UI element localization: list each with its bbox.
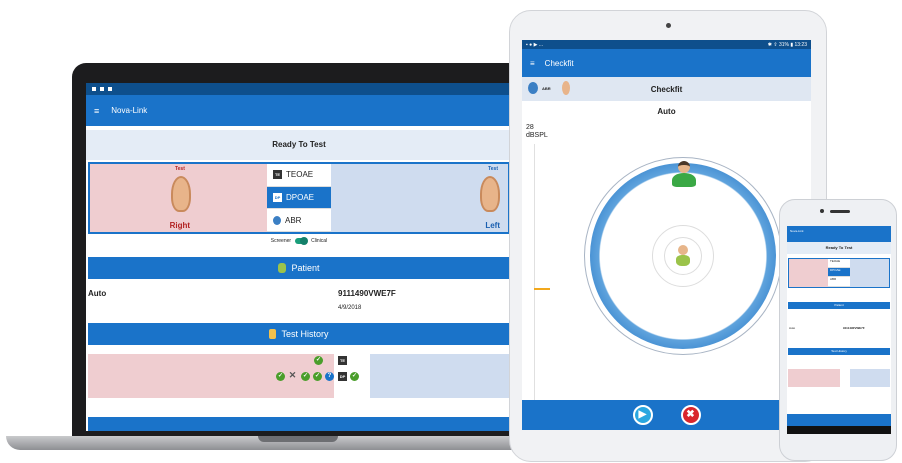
patient-name: Auto	[789, 326, 796, 330]
control-bar: ▶ ✖	[522, 400, 811, 430]
bottom-bar	[88, 417, 510, 431]
test-option-label: DPOAE	[286, 193, 315, 202]
checkfit-header: ABR Checkfit	[522, 77, 811, 101]
app-bar: ≡ Checkfit	[522, 49, 811, 77]
pass-check-icon: ✓	[350, 372, 359, 381]
teoae-badge-icon: TE	[338, 356, 347, 365]
ready-banner: Ready To Test	[787, 242, 891, 254]
app-title: Nova-Link	[111, 106, 148, 115]
status-icons-left: ▪ ● ▶ ...	[526, 41, 543, 48]
baby-icon	[675, 245, 691, 267]
dpoae-badge-icon: DP	[338, 372, 347, 381]
ear-icon	[562, 81, 570, 95]
dpoae-badge-icon: DP	[273, 193, 282, 202]
mode-label: Auto	[657, 107, 676, 116]
left-test-label: Test	[488, 166, 498, 172]
patient-section-bar[interactable]: Patient	[88, 257, 510, 279]
abr-head-icon	[528, 82, 538, 94]
ear-selection-panel: TEOAE DPOAE ABR	[788, 258, 890, 288]
mode-switch-row: Screener Clinical	[86, 237, 512, 245]
test-option-teoae[interactable]: TE TEOAE	[267, 164, 331, 187]
level-value: 28	[526, 124, 534, 131]
status-bar	[86, 83, 512, 95]
laptop-notch	[258, 436, 338, 442]
document-icon	[269, 329, 277, 339]
patient-section-title: Patient	[291, 263, 320, 273]
app-bar: ≡ Nova-Link	[86, 95, 512, 126]
history-test-types: TE DP	[334, 354, 350, 398]
stop-button[interactable]: ✖	[680, 405, 701, 425]
laptop-screen: ≡ Nova-Link Ready To Test Test Right TE …	[86, 83, 512, 431]
left-ear-icon	[480, 176, 500, 212]
clinical-label: Clinical	[311, 238, 328, 244]
abr-label: ABR	[542, 86, 551, 91]
test-history-title: Test History	[281, 329, 329, 339]
level-axis	[534, 144, 535, 400]
test-option-label: ABR	[285, 215, 302, 225]
test-history-row[interactable]: ✓ ✓ ✕ ✓ ✓ ? TE DP ✓	[88, 354, 510, 398]
phone-screen: Nova-Link Ready To Test TEOAE DPOAE ABR …	[787, 226, 891, 434]
patient-id: 9111490VWE7F	[843, 326, 865, 330]
status-bar: ▪ ● ▶ ... ✱ ⇧ 31% ▮ 13:23	[522, 40, 811, 49]
abr-head-icon	[273, 215, 281, 225]
pass-check-icon: ✓	[276, 372, 285, 381]
teoae-badge-icon: TE	[273, 170, 282, 180]
patient-date: 4/9/2018	[338, 305, 362, 311]
app-bar: Nova-Link	[787, 226, 891, 242]
right-ear-label: Right	[169, 221, 191, 230]
ready-banner: Ready To Test	[86, 130, 512, 160]
test-option-label: TEOAE	[286, 170, 314, 180]
pass-check-icon: ✓	[314, 356, 323, 365]
tablet-camera	[666, 23, 671, 28]
left-ear-label: Left	[485, 221, 500, 230]
hamburger-menu-icon[interactable]: ≡	[530, 59, 535, 68]
left-ear-panel[interactable]: Test Left	[331, 164, 508, 232]
test-type-list: TE TEOAE DP DPOAE ABR	[267, 164, 331, 233]
pass-check-icon: ✓	[313, 372, 322, 381]
patient-id: 9111490VWE7F	[338, 289, 396, 298]
test-history-section-bar[interactable]: Test History	[788, 348, 890, 355]
operator-icon	[672, 161, 696, 191]
hamburger-menu-icon[interactable]: ≡	[94, 106, 99, 116]
left-ear-panel[interactable]	[850, 259, 889, 287]
test-option-abr[interactable]: ABR	[828, 277, 850, 287]
history-right-results: ✓ ✓ ✕ ✓ ✓ ?	[88, 354, 334, 398]
pass-check-icon: ✓	[301, 372, 310, 381]
mode-toggle[interactable]	[295, 237, 309, 245]
app-title: Checkfit	[544, 58, 574, 68]
ear-selection-panel: Test Right TE TEOAE DP DPOAE ABR Test Le…	[88, 162, 510, 234]
tablet-screen: ▪ ● ▶ ... ✱ ⇧ 31% ▮ 13:23 ≡ Checkfit ABR…	[522, 40, 811, 430]
test-option-dpoae[interactable]: DP DPOAE	[267, 186, 331, 210]
person-icon	[278, 263, 287, 273]
refer-x-icon: ✕	[288, 370, 297, 380]
incomplete-question-icon: ?	[325, 372, 334, 381]
status-icons-right: ✱ ⇧ 31% ▮ 13:23	[767, 41, 807, 48]
right-test-label: Test	[174, 166, 185, 172]
test-option-dpoae[interactable]: DPOAE	[828, 268, 850, 278]
phone-speaker	[830, 210, 850, 213]
test-type-list: TEOAE DPOAE ABR	[828, 259, 850, 287]
app-title: Nova-Link	[790, 229, 804, 233]
screener-label: Screener	[270, 238, 292, 244]
test-option-teoae[interactable]: TEOAE	[828, 259, 850, 269]
test-history-section-bar[interactable]: Test History	[88, 323, 510, 345]
level-readout: 28 dBSPL	[526, 124, 548, 140]
test-history-row[interactable]	[788, 369, 890, 387]
right-ear-panel[interactable]: Test Right	[90, 164, 267, 232]
right-ear-panel[interactable]	[789, 259, 828, 287]
right-ear-icon	[171, 176, 192, 212]
level-marker	[534, 288, 550, 290]
patient-name: Auto	[88, 289, 107, 298]
phone-camera	[820, 209, 824, 213]
nav-bar	[787, 426, 891, 434]
patient-section-bar[interactable]: Patient	[788, 302, 890, 309]
level-unit: dBSPL	[526, 132, 548, 139]
test-option-abr[interactable]: ABR	[267, 209, 331, 233]
history-left-results: ✓	[350, 354, 510, 398]
play-button[interactable]: ▶	[632, 405, 653, 425]
